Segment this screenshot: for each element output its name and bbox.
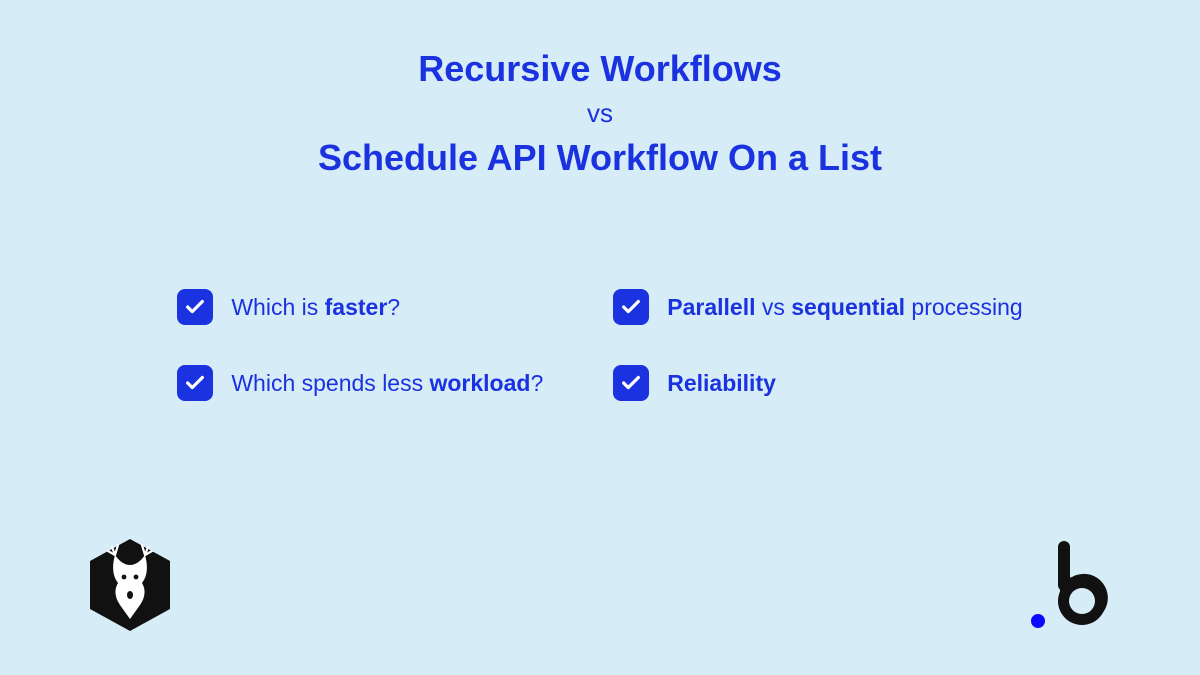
bubble-logo-icon bbox=[1020, 535, 1120, 635]
heading-block: Recursive Workflows vs Schedule API Work… bbox=[0, 0, 1200, 179]
list-item: Parallell vs sequential processing bbox=[613, 289, 1022, 325]
item-text: Which is faster? bbox=[231, 294, 400, 321]
list-item: Which is faster? bbox=[177, 289, 543, 325]
check-icon bbox=[177, 365, 213, 401]
heading-vs: vs bbox=[0, 98, 1200, 129]
list-item: Which spends less workload? bbox=[177, 365, 543, 401]
deer-logo-icon bbox=[80, 535, 180, 635]
heading-line1: Recursive Workflows bbox=[0, 48, 1200, 90]
check-icon bbox=[177, 289, 213, 325]
list-item: Reliability bbox=[613, 365, 1022, 401]
check-icon bbox=[613, 289, 649, 325]
bullet-columns: Which is faster? Which spends less workl… bbox=[0, 289, 1200, 401]
item-text: Reliability bbox=[667, 370, 776, 397]
item-text: Which spends less workload? bbox=[231, 370, 543, 397]
heading-line2: Schedule API Workflow On a List bbox=[0, 137, 1200, 179]
item-text: Parallell vs sequential processing bbox=[667, 294, 1022, 321]
left-column: Which is faster? Which spends less workl… bbox=[177, 289, 543, 401]
check-icon bbox=[613, 365, 649, 401]
right-column: Parallell vs sequential processing Relia… bbox=[613, 289, 1022, 401]
